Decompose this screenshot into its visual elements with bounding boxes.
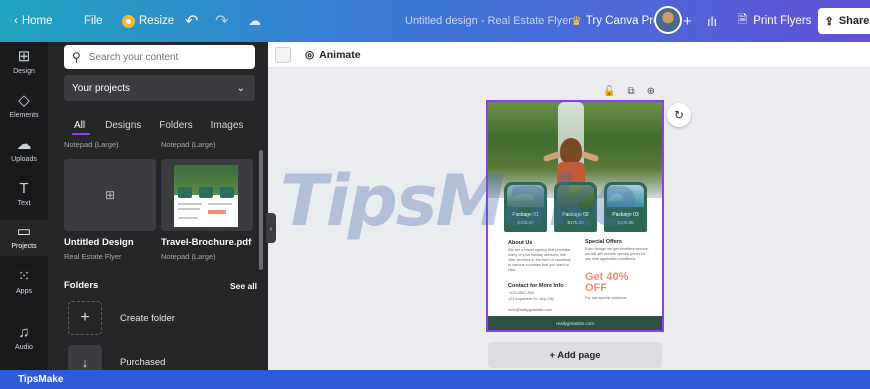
special-offers-text: Even though we get excellent service, we… xyxy=(585,247,649,261)
duplicate-page-icon[interactable]: ⧉ xyxy=(627,86,634,97)
rail-item-projects[interactable]: ▭ Projects xyxy=(0,220,48,256)
panel-scrollbar[interactable] xyxy=(259,150,263,270)
bottom-brand-bar: TipsMake xyxy=(0,370,870,389)
file-menu-button[interactable]: File xyxy=(84,15,103,27)
canvas-toolbar: ◎ Animate xyxy=(268,42,870,68)
collapse-panel-handle[interactable]: ‹ xyxy=(266,213,276,243)
contact-phone: +123-4567-890 xyxy=(508,291,534,295)
footer-band: reallygreatsite.com xyxy=(488,316,662,330)
user-avatar[interactable] xyxy=(654,6,682,34)
file-subtitle: Notepad (Large) xyxy=(161,252,216,261)
file-name[interactable]: Travel-Brochure.pdf xyxy=(161,237,251,248)
rail-item-text[interactable]: T Text xyxy=(0,180,48,214)
print-icon: 🗎 xyxy=(738,13,748,26)
contact-heading: Contact for More Info xyxy=(508,283,564,289)
projects-panel: ⚲ Your projects ⌄ All Designs Folders Im… xyxy=(48,42,268,379)
cloud-saved-icon[interactable]: ☁ xyxy=(248,13,261,29)
tab-designs[interactable]: Designs xyxy=(105,120,141,131)
rail-item-audio[interactable]: ♫ Audio xyxy=(0,324,48,358)
search-box[interactable]: ⚲ xyxy=(64,45,255,69)
contact-email: hello@reallygreatsite.com xyxy=(508,308,552,312)
folder-icon: ▭ xyxy=(16,223,32,240)
chevron-left-icon: ‹ xyxy=(14,15,18,27)
panel-tabs: All Designs Folders Images xyxy=(71,120,244,135)
animate-icon: ◎ xyxy=(305,48,315,61)
add-page-button[interactable]: + Add page xyxy=(488,342,662,368)
top-bar: ‹ Home File Resize ↶ ↷ ☁ Untitled design… xyxy=(0,0,870,42)
shapes-icon: ◇ xyxy=(18,92,30,109)
add-page-icon[interactable]: ⊕ xyxy=(647,86,655,97)
about-heading: About Us xyxy=(508,240,533,246)
rail-item-apps[interactable]: ⁙ Apps xyxy=(0,268,48,302)
search-icon: ⚲ xyxy=(72,50,81,64)
projects-dropdown[interactable]: Your projects ⌄ xyxy=(64,75,255,101)
print-flyers-button[interactable]: 🗎 Print Flyers xyxy=(738,12,811,31)
package-card: Package 02 $175.00 xyxy=(554,182,597,232)
tab-all[interactable]: All xyxy=(71,120,91,135)
crown-icon: ♛ xyxy=(571,14,582,28)
rail-item-uploads[interactable]: ☁ Uploads xyxy=(0,136,48,170)
resize-button[interactable]: Resize xyxy=(122,14,174,28)
design-page[interactable]: Package 01 $150.00 Package 02 $175.00 Pa… xyxy=(486,100,664,332)
crown-icon xyxy=(122,14,135,28)
package-card: Package 01 $150.00 xyxy=(504,182,547,232)
rail-item-design[interactable]: ⊞ Design xyxy=(0,48,48,82)
design-thumbnail-untitled[interactable]: ⊞ xyxy=(64,159,156,231)
tab-folders[interactable]: Folders xyxy=(159,120,192,131)
analytics-icon[interactable]: ılı xyxy=(707,14,717,29)
page-tools: 🔓 ⧉ ⊕ xyxy=(603,86,655,97)
apps-grid-icon: ⁙ xyxy=(17,268,31,285)
layout-icon: ⊞ xyxy=(17,48,31,65)
item-type-label: Notepad (Large) xyxy=(161,140,216,149)
folders-heading: Folders xyxy=(64,280,99,291)
tab-images[interactable]: Images xyxy=(211,120,244,131)
design-thumbnail-travel-brochure[interactable] xyxy=(161,159,253,231)
brand-label: TipsMake xyxy=(18,374,64,385)
add-collaborator-icon[interactable]: + xyxy=(683,13,692,30)
offer-headline: Get 40% OFF xyxy=(585,271,629,294)
search-input[interactable] xyxy=(88,51,239,63)
music-icon: ♫ xyxy=(18,324,30,341)
contact-address: 123 Anywhere St., Any City xyxy=(508,297,554,301)
see-all-link[interactable]: See all xyxy=(230,281,257,291)
lock-icon[interactable]: 🔓 xyxy=(603,86,615,97)
left-rail: ⊞ Design ◇ Elements ☁ Uploads T Text ▭ P… xyxy=(0,42,48,370)
item-type-label: Notepad (Large) xyxy=(64,140,119,149)
redo-icon[interactable]: ↷ xyxy=(215,11,228,31)
try-canva-pro-button[interactable]: ♛ Try Canva Pro xyxy=(571,14,659,28)
about-text: We are a travel agency that provides man… xyxy=(508,248,571,272)
background-color-swatch[interactable] xyxy=(275,47,291,63)
special-offers-heading: Special Offers xyxy=(585,239,622,245)
template-icon: ⊞ xyxy=(104,188,116,202)
plus-icon: + xyxy=(68,301,102,335)
refresh-icon[interactable]: ↻ xyxy=(667,103,691,127)
file-name[interactable]: Untitled Design xyxy=(64,237,134,248)
share-icon: ⇪ xyxy=(824,15,834,28)
offer-subtext: For our special customer xyxy=(585,296,627,300)
share-button[interactable]: ⇪ Share xyxy=(818,8,870,34)
package-card: Package 03 $100.00 xyxy=(604,182,647,232)
rail-item-elements[interactable]: ◇ Elements xyxy=(0,92,48,126)
chevron-left-icon: ‹ xyxy=(269,223,273,233)
text-icon: T xyxy=(19,180,29,197)
undo-icon[interactable]: ↶ xyxy=(185,11,198,31)
document-title[interactable]: Untitled design - Real Estate Flyer xyxy=(405,15,572,27)
animate-button[interactable]: ◎ Animate xyxy=(305,49,361,61)
create-folder-button[interactable]: + Create folder xyxy=(68,301,175,335)
cloud-upload-icon: ☁ xyxy=(16,136,32,153)
chevron-down-icon: ⌄ xyxy=(236,82,245,94)
home-button[interactable]: ‹ Home xyxy=(14,15,53,27)
file-subtitle: Real Estate Flyer xyxy=(64,252,122,261)
